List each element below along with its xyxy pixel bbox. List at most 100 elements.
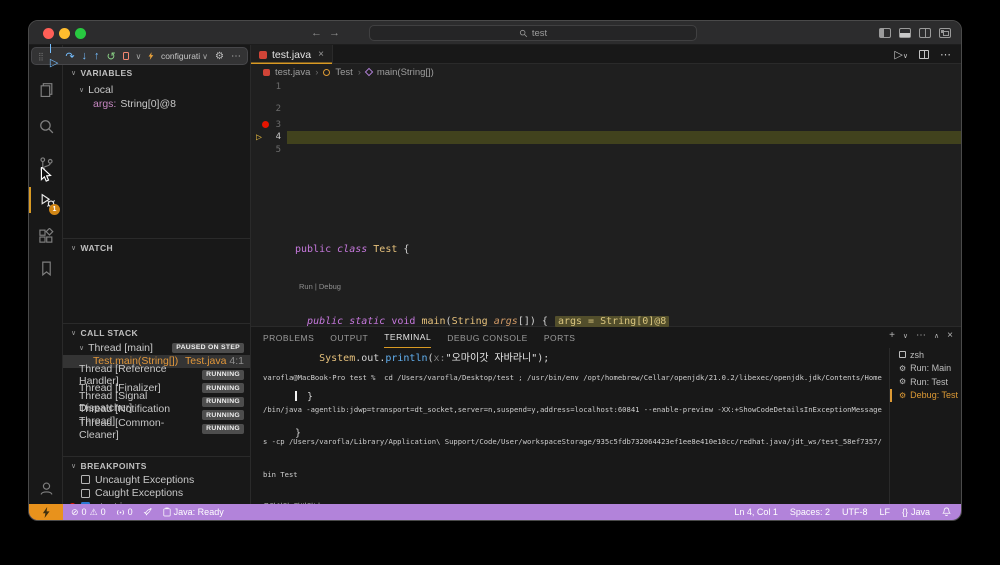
minimize-window-button[interactable] xyxy=(59,28,70,39)
run-java-button[interactable]: ▷∨ xyxy=(894,48,908,61)
more-icon[interactable]: ⋯ xyxy=(231,51,241,62)
sidebar-item-extensions[interactable] xyxy=(29,223,63,249)
stop-button[interactable] xyxy=(123,52,129,60)
tab-terminal[interactable]: TERMINAL xyxy=(384,327,431,348)
code-line-3: System.out.println(x:"오마이갓 자바라니"); xyxy=(251,353,961,366)
cursor-position[interactable]: Ln 4, Col 1 xyxy=(734,507,778,517)
current-frame-arrow-icon: ▷ xyxy=(256,132,262,145)
tab-test-java[interactable]: test.java × xyxy=(251,45,333,64)
terminal-line: varofla@MacBook-Pro test % cd /Users/var… xyxy=(263,373,899,384)
zoom-window-button[interactable] xyxy=(75,28,86,39)
debug-toolbar: ⣿ ▷ ↷ ↓ ↑ ↺ ∨ configurati∨ ⚙ ⋯ xyxy=(31,47,248,65)
launch-indicator[interactable] xyxy=(143,507,153,517)
breadcrumb-method[interactable]: main(String[]) xyxy=(377,67,434,78)
bolt-icon xyxy=(42,507,50,518)
running-badge: RUNNING xyxy=(202,370,244,380)
more-icon[interactable]: ⋯ xyxy=(940,48,951,61)
toggle-sidebar-icon[interactable] xyxy=(879,28,891,38)
panel-tab-bar: PROBLEMS OUTPUT TERMINAL DEBUG CONSOLE P… xyxy=(263,327,575,348)
language-mode[interactable]: {} Java xyxy=(902,507,930,517)
extensions-icon xyxy=(38,228,55,245)
debug-config-dropdown[interactable]: configurati∨ xyxy=(161,51,208,61)
step-over-button[interactable]: ↷ xyxy=(65,50,74,63)
ports-indicator[interactable]: 0 xyxy=(116,507,133,517)
nav-back-icon[interactable]: ← xyxy=(311,25,322,41)
titlebar: ← → test xyxy=(29,21,961,45)
breakpoint-dot-icon[interactable] xyxy=(262,121,269,128)
step-into-button[interactable]: ↓ xyxy=(82,50,88,62)
more-icon[interactable]: ⋯ xyxy=(916,330,926,341)
hot-code-replace-icon[interactable] xyxy=(148,50,154,62)
codelens-run-debug[interactable]: Run | Debug xyxy=(251,281,961,291)
breakpoints-section-header[interactable]: ∨ BREAKPOINTS xyxy=(63,459,250,473)
thread-row[interactable]: Thread [Reference Handler]RUNNING xyxy=(63,368,250,382)
paused-badge: PAUSED ON STEP xyxy=(172,343,244,353)
variables-section-header[interactable]: ∨ VARIABLES xyxy=(63,66,250,80)
gear-icon[interactable]: ⚙ xyxy=(215,51,224,62)
bell-icon[interactable] xyxy=(942,507,951,517)
line-number: 1 xyxy=(251,81,281,94)
tab-output[interactable]: OUTPUT xyxy=(330,327,368,348)
debug-sidebar: ∨ VARIABLES ∨ Local args: String[0]@8 ∨ … xyxy=(63,45,251,504)
checkbox-unchecked[interactable] xyxy=(81,489,90,498)
sidebar-item-bookmarks[interactable] xyxy=(29,255,63,281)
section-divider xyxy=(63,323,250,324)
terminal-item-run-test[interactable]: ⚙ Run: Test xyxy=(890,375,961,389)
close-tab-icon[interactable]: × xyxy=(318,49,324,60)
chevron-down-icon: ∨ xyxy=(71,69,77,77)
java-status[interactable]: Java: Ready xyxy=(163,507,224,517)
breakpoint-caught-exceptions[interactable]: Caught Exceptions xyxy=(63,487,250,501)
customize-layout-icon[interactable] xyxy=(939,28,951,38)
breadcrumb-class[interactable]: Test xyxy=(335,67,352,78)
maximize-panel-icon[interactable]: ∧ xyxy=(934,332,939,340)
callstack-section-header[interactable]: ∨ CALL STACK xyxy=(63,326,250,340)
sidebar-item-explorer[interactable] xyxy=(29,76,63,102)
command-center-search[interactable]: test xyxy=(369,25,697,41)
sidebar-item-run-debug[interactable]: 1 xyxy=(29,187,63,213)
checkbox-unchecked[interactable] xyxy=(81,475,90,484)
toggle-panel-icon[interactable] xyxy=(899,28,911,38)
new-terminal-icon[interactable]: + xyxy=(889,330,895,341)
nav-forward-icon[interactable]: → xyxy=(329,25,340,41)
frame-position: 4:1 xyxy=(229,355,244,367)
java-file-icon xyxy=(259,51,267,59)
problems-indicator[interactable]: ⊘ 0 ⚠ 0 xyxy=(71,507,106,518)
close-window-button[interactable] xyxy=(43,28,54,39)
breakpoint-uncaught-exceptions[interactable]: Uncaught Exceptions xyxy=(63,473,250,487)
watch-section-header[interactable]: ∨ WATCH xyxy=(63,241,250,255)
variables-scope-local[interactable]: ∨ Local xyxy=(63,83,250,97)
tab-problems[interactable]: PROBLEMS xyxy=(263,327,314,348)
code-editor[interactable]: 1 2 3 4 5 ▷ public class Test { Run | De… xyxy=(251,81,961,326)
variable-args[interactable]: args: String[0]@8 xyxy=(63,97,250,111)
rocket-icon xyxy=(143,507,153,517)
continue-button[interactable]: ▷ xyxy=(50,44,58,69)
drag-handle-icon[interactable]: ⣿ xyxy=(38,52,43,61)
warnings-icon: ⚠ xyxy=(90,507,98,518)
chevron-down-icon: ∨ xyxy=(79,344,84,352)
section-divider xyxy=(63,456,250,457)
eol-sequence[interactable]: LF xyxy=(879,507,890,517)
running-badge: RUNNING xyxy=(202,410,244,420)
tab-ports[interactable]: PORTS xyxy=(544,327,576,348)
toggle-secondary-sidebar-icon[interactable] xyxy=(919,28,931,38)
split-editor-icon[interactable] xyxy=(919,50,929,59)
sidebar-item-search[interactable] xyxy=(29,113,63,139)
restart-button[interactable]: ↺ xyxy=(107,50,116,63)
encoding[interactable]: UTF-8 xyxy=(842,507,868,517)
code-line-5: } xyxy=(251,428,961,441)
broadcast-icon xyxy=(116,508,125,517)
remote-indicator[interactable] xyxy=(29,504,63,520)
class-symbol-icon xyxy=(323,69,330,76)
chevron-down-icon[interactable]: ∨ xyxy=(903,332,908,340)
indentation[interactable]: Spaces: 2 xyxy=(790,507,830,517)
close-panel-icon[interactable]: × xyxy=(947,330,953,341)
account-button[interactable] xyxy=(29,475,63,501)
step-out-button[interactable]: ↑ xyxy=(94,50,100,62)
tab-debug-console[interactable]: DEBUG CONSOLE xyxy=(447,327,528,348)
status-bar: ⊘ 0 ⚠ 0 0 Java: Ready Ln 4, Col 1 Spaces… xyxy=(29,504,961,520)
stop-chevron-icon[interactable]: ∨ xyxy=(136,52,142,61)
thread-row[interactable]: Thread [Common-Cleaner]RUNNING xyxy=(63,422,250,436)
thread-main-row[interactable]: ∨Thread [main] PAUSED ON STEP xyxy=(63,341,250,355)
braces-icon: {} xyxy=(902,507,908,517)
breadcrumb-file[interactable]: test.java xyxy=(275,67,310,78)
